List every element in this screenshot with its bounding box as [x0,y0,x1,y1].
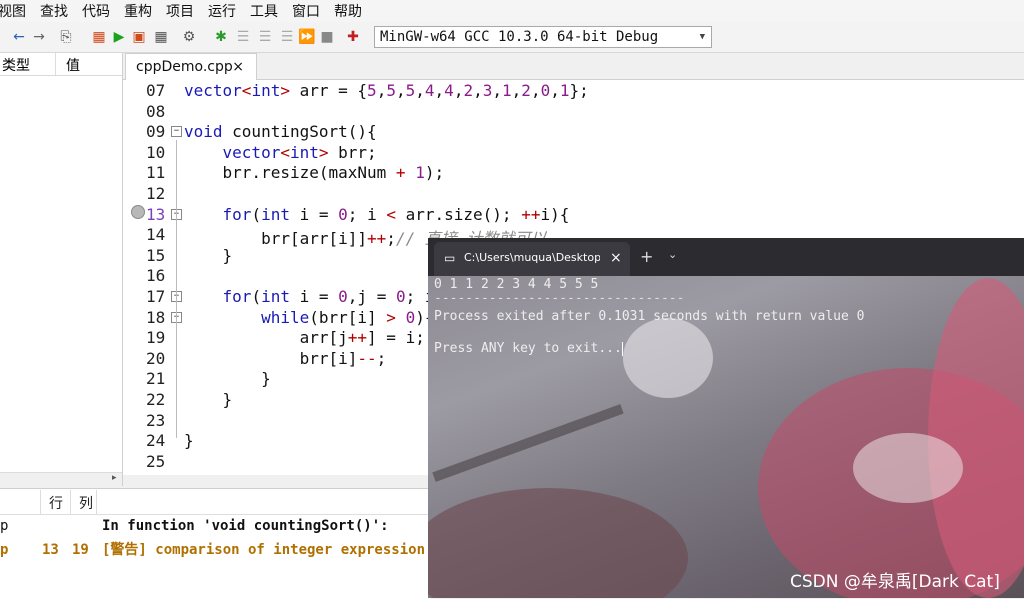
close-icon[interactable]: × [610,242,622,274]
line-number: 16 [146,266,166,286]
tab-cppdemo[interactable]: cppDemo.cpp × [125,53,257,80]
chevron-down-icon[interactable]: ⌄ [668,248,677,261]
console-separator: -------------------------------- [434,291,685,306]
menu-item-6[interactable]: 工具 [243,1,285,21]
line-number: 07 [146,81,166,100]
log-message: [警告] comparison of integer expression [102,542,426,558]
watermark: CSDN @牟泉禹[Dark Cat] [790,572,1000,592]
chevron-down-icon: ▼ [699,32,705,42]
line-number: 19 [146,328,166,348]
line-number: 14 [146,225,166,245]
log-row[interactable]: p In function 'void countingSort()': [0,514,430,538]
step-over-icon[interactable]: ☰ [234,28,252,46]
compile-run-icon[interactable]: ▣ [130,28,148,46]
menu-item-3[interactable]: 重构 [117,1,159,21]
step-out-icon[interactable]: ☰ [278,28,296,46]
log-column: 19 [72,542,89,558]
line-number: 25 [146,451,166,471]
log-message: In function 'void countingSort()': [102,518,389,534]
line-number: 23 [146,410,166,430]
back-icon[interactable]: ← [10,28,28,46]
code-line[interactable]: while(brr[i] > 0){ [184,308,434,327]
breakpoint-icon[interactable] [131,205,145,219]
code-line[interactable]: } [184,431,194,450]
stop-icon[interactable]: ■ [318,28,336,46]
code-line[interactable]: arr[j++] = i; [184,328,425,347]
continue-icon[interactable]: ⏩ [298,28,316,46]
editor-scrollbar[interactable] [123,475,423,487]
line-number: 09 [146,122,166,142]
debug-icon[interactable]: ✱ [212,28,230,46]
menu-item-5[interactable]: 运行 [201,1,243,21]
col-column[interactable]: 列 [79,493,93,513]
code-line[interactable]: vector<int> arr = {5,5,5,4,4,2,3,1,2,0,1… [184,81,589,100]
compiler-select[interactable]: MinGW-w64 GCC 10.3.0 64-bit Debug ▼ [374,26,712,48]
add-watch-icon[interactable]: ✚ [344,28,362,46]
line-number: 12 [146,184,166,203]
code-line[interactable]: } [184,246,233,265]
line-number: 15 [146,245,166,265]
line-number: 13 [146,204,166,224]
code-line[interactable]: brr.resize(maxNum + 1); [184,163,445,182]
line-number: 08 [146,101,166,121]
log-row-warning[interactable]: p 13 19 [警告] comparison of integer expre… [0,538,430,562]
watch-panel-header: 类型 值 [0,53,122,76]
code-line[interactable]: } [184,369,271,388]
menu-item-1[interactable]: 查找 [33,1,75,21]
terminal-icon: ▭ [444,251,456,265]
menu-item-4[interactable]: 项目 [159,1,201,21]
forward-icon[interactable]: → [30,28,48,46]
line-number: 21 [146,369,166,389]
run-icon[interactable]: ▶ [110,28,128,46]
compiler-select-value: MinGW-w64 GCC 10.3.0 64-bit Debug [380,29,659,45]
watch-panel [0,53,123,486]
col-line[interactable]: 行 [49,493,63,513]
fold-guide [176,140,177,438]
console-tab[interactable]: ▭ C:\Users\muqua\Desktop\cpp × [434,242,630,276]
console-exit-message: Process exited after 0.1031 seconds with… [434,309,865,324]
console-output: 0 1 1 2 2 3 4 4 5 5 5 [434,277,599,292]
new-tab-icon[interactable]: + [640,247,653,266]
line-number: 24 [146,431,166,451]
editor-tab-bar [123,53,1024,80]
col-value[interactable]: 值 [66,55,80,75]
tab-label: cppDemo.cpp [136,59,233,75]
code-line[interactable]: brr[i]--; [184,349,387,368]
line-number: 20 [146,348,166,368]
find-icon[interactable]: ⎘ [57,28,75,46]
code-line[interactable]: for(int i = 0; i < arr.size(); ++i){ [184,205,570,224]
code-line[interactable]: void countingSort(){ [184,122,377,141]
menu-bar: 视图 查找 代码 重构 项目 运行 工具 窗口 帮助 [0,0,1024,22]
menu-item-0[interactable]: 视图 [0,1,33,21]
console-tab-title: C:\Users\muqua\Desktop\cpp [464,251,600,264]
menu-item-8[interactable]: 帮助 [327,1,369,21]
code-line[interactable]: for(int i = 0,j = 0; i [184,287,435,306]
options-icon[interactable]: ⚙ [180,28,198,46]
code-line[interactable]: } [184,390,233,409]
line-number: 18 [146,307,166,327]
fold-icon[interactable]: − [171,126,182,138]
code-line[interactable]: vector<int> brr; [184,143,377,162]
console-prompt: Press ANY key to exit... [434,341,623,356]
compile-icon[interactable]: ▦ [90,28,108,46]
menu-item-7[interactable]: 窗口 [285,1,327,21]
compile-log-header: 行 列 [0,490,430,515]
line-number: 10 [146,142,166,162]
log-file: p [0,542,9,558]
line-number: 11 [146,163,166,183]
step-into-icon[interactable]: ☰ [256,28,274,46]
menu-item-2[interactable]: 代码 [75,1,117,21]
watch-panel-scrollbar[interactable]: ▸ [0,472,122,487]
rebuild-icon[interactable]: ▦ [152,28,170,46]
line-number: 17 [146,287,166,306]
log-line: 13 [42,542,59,558]
close-icon[interactable]: × [232,54,244,80]
line-number: 22 [146,390,166,409]
col-type[interactable]: 类型 [2,55,30,75]
log-file: p [0,518,9,534]
